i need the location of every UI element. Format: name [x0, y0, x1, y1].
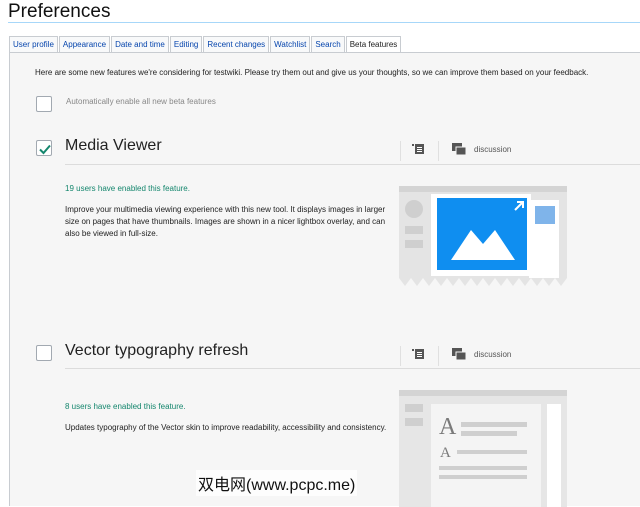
typography-illustration: A A: [399, 390, 567, 507]
tab-watchlist[interactable]: Watchlist: [270, 36, 311, 53]
tab-search[interactable]: Search: [311, 36, 345, 53]
media-viewer-discussion-link[interactable]: discussion: [452, 143, 511, 155]
vector-typography-divider: [65, 368, 640, 369]
watermark-text: 双电网(www.pcpc.me): [196, 470, 358, 496]
vector-typography-checkbox[interactable]: [36, 345, 52, 361]
vector-typography-info-link[interactable]: [412, 348, 434, 360]
tab-recent-changes[interactable]: Recent changes: [203, 36, 270, 53]
media-viewer-checkbox[interactable]: [36, 140, 52, 156]
separator: [400, 346, 401, 366]
vector-typography-description: Updates typography of the Vector skin to…: [65, 423, 387, 432]
checkmark-icon: [39, 144, 51, 155]
separator: [400, 141, 401, 161]
title-divider: [8, 22, 640, 23]
separator: [438, 346, 439, 366]
page-title: Preferences: [8, 1, 111, 22]
beta-features-panel: Here are some new features we're conside…: [9, 52, 640, 507]
intro-text: Here are some new features we're conside…: [35, 68, 589, 77]
tab-user-profile[interactable]: User profile: [9, 36, 58, 53]
separator: [438, 141, 439, 161]
tab-date-and-time[interactable]: Date and time: [111, 36, 169, 53]
tab-appearance[interactable]: Appearance: [58, 36, 111, 53]
media-viewer-description: Improve your multimedia viewing experien…: [65, 205, 386, 238]
media-viewer-illustration: [399, 186, 567, 286]
auto-enable-checkbox[interactable]: [36, 96, 52, 112]
media-viewer-info-link[interactable]: [412, 143, 434, 155]
media-viewer-user-count: 19 users have enabled this feature.: [65, 184, 190, 193]
tab-editing[interactable]: Editing: [169, 36, 203, 53]
document-icon: [412, 144, 424, 154]
vector-typography-title: Vector typography refresh: [65, 342, 249, 359]
discussion-icon: [452, 143, 466, 155]
discussion-label: discussion: [474, 144, 512, 154]
discussion-icon: [452, 348, 466, 360]
auto-enable-label: Automatically enable all new beta featur…: [66, 97, 216, 106]
tab-beta-features[interactable]: Beta features: [345, 36, 402, 53]
discussion-label: discussion: [474, 349, 512, 359]
document-icon: [412, 349, 424, 359]
svg-text:A: A: [439, 414, 457, 440]
media-viewer-divider: [65, 164, 640, 165]
vector-typography-user-count: 8 users have enabled this feature.: [65, 402, 186, 411]
svg-text:A: A: [440, 445, 451, 461]
vector-typography-discussion-link[interactable]: discussion: [452, 348, 511, 360]
preferences-tabs: User profile Appearance Date and time Ed…: [9, 36, 402, 53]
media-viewer-title: Media Viewer: [65, 137, 162, 154]
